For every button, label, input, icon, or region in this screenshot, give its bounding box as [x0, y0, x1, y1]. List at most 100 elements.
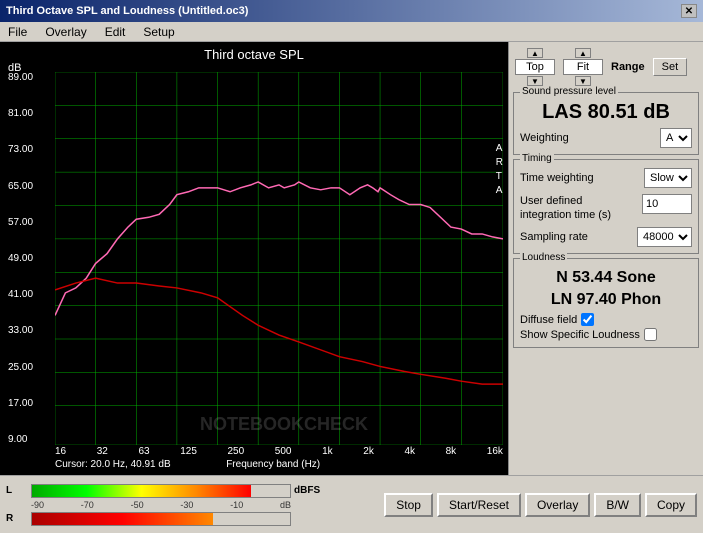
y-label-2: 73.00 — [8, 144, 33, 155]
sampling-label: Sampling rate — [520, 231, 588, 243]
y-label-4: 57.00 — [8, 217, 33, 228]
diffuse-field-checkbox[interactable] — [581, 313, 594, 326]
r-level-row: R — [6, 512, 320, 526]
menu-file[interactable]: File — [4, 24, 31, 40]
x-label-6: 1k — [322, 446, 333, 457]
timing-section: Timing Time weighting Slow User defined … — [513, 159, 699, 254]
action-buttons: Stop Start/Reset Overlay B/W Copy — [384, 493, 697, 517]
close-button[interactable]: ✕ — [681, 4, 697, 18]
cursor-text: Cursor: 20.0 Hz, 40.91 dB — [55, 459, 171, 470]
freq-band-label: Frequency band (Hz) — [226, 459, 320, 470]
arta-a2: A — [496, 184, 503, 198]
top-down-btn[interactable]: ▼ — [527, 76, 543, 86]
y-label-8: 25.00 — [8, 362, 33, 373]
chart-title: Third octave SPL — [0, 47, 508, 62]
x-label-0: 16 — [55, 446, 66, 457]
x-label-7: 2k — [363, 446, 374, 457]
l-ticks: -90 -70 -50 -30 -10 dB — [31, 500, 291, 510]
r-label: R — [6, 513, 28, 524]
top-spin: ▲ Top ▼ — [515, 48, 555, 86]
r-level-bar — [31, 512, 291, 526]
y-axis-labels: 89.00 81.00 73.00 65.00 57.00 49.00 41.0… — [8, 72, 33, 445]
time-weighting-select[interactable]: Slow — [644, 168, 692, 188]
menu-edit[interactable]: Edit — [101, 24, 130, 40]
x-label-3: 125 — [180, 446, 197, 457]
overlay-button[interactable]: Overlay — [525, 493, 590, 517]
integration-label: User defined integration time (s) — [520, 194, 620, 223]
bw-button[interactable]: B/W — [594, 493, 641, 517]
show-specific-label: Show Specific Loudness — [520, 329, 640, 341]
y-label-5: 49.00 — [8, 253, 33, 264]
start-reset-button[interactable]: Start/Reset — [437, 493, 521, 517]
show-specific-row: Show Specific Loudness — [520, 328, 692, 341]
dbfs-label: dBFS — [294, 485, 320, 496]
l-level-fill — [32, 485, 251, 497]
top-range-controls: ▲ Top ▼ ▲ Fit ▼ Range Set — [513, 46, 699, 88]
loudness-n-value: N 53.44 Sone LN 97.40 Phon — [520, 267, 692, 312]
fit-control: ▲ Fit ▼ — [563, 48, 603, 86]
y-label-9: 17.00 — [8, 398, 33, 409]
x-axis-labels: 16 32 63 125 250 500 1k 2k 4k 8k 16k — [55, 446, 503, 457]
chart-arta-labels: A R T A — [496, 142, 503, 198]
fit-down-btn[interactable]: ▼ — [575, 76, 591, 86]
fit-value: Fit — [563, 59, 603, 75]
y-label-7: 33.00 — [8, 325, 33, 336]
y-label-6: 41.00 — [8, 289, 33, 300]
main-content: Third octave SPL dB 89.00 81.00 73.00 65… — [0, 42, 703, 475]
time-weighting-row: Time weighting Slow — [520, 168, 692, 188]
r-level-fill — [32, 513, 213, 525]
set-button[interactable]: Set — [653, 58, 688, 76]
l-label: L — [6, 485, 28, 496]
range-label: Range — [611, 61, 645, 73]
y-label-0: 89.00 — [8, 72, 33, 83]
integration-input[interactable] — [642, 194, 692, 214]
l-level-row: L dBFS — [6, 484, 320, 498]
x-label-4: 250 — [228, 446, 245, 457]
x-label-9: 8k — [446, 446, 457, 457]
spl-value: LAS 80.51 dB — [520, 101, 692, 124]
x-label-5: 500 — [275, 446, 292, 457]
dbfs-section: L dBFS -90 -70 -50 -30 -10 dB R — [6, 484, 320, 526]
menu-overlay[interactable]: Overlay — [41, 24, 90, 40]
spl-section: Sound pressure level LAS 80.51 dB Weight… — [513, 92, 699, 155]
x-label-2: 63 — [138, 446, 149, 457]
weighting-row: Weighting A — [520, 128, 692, 148]
weighting-select[interactable]: A — [660, 128, 692, 148]
time-weighting-label: Time weighting — [520, 172, 594, 184]
spl-section-label: Sound pressure level — [520, 86, 618, 97]
y-label-1: 81.00 — [8, 108, 33, 119]
menu-setup[interactable]: Setup — [139, 24, 178, 40]
top-up-btn[interactable]: ▲ — [527, 48, 543, 58]
integration-row: User defined integration time (s) — [520, 194, 692, 223]
arta-t: T — [496, 170, 503, 184]
title-bar: Third Octave SPL and Loudness (Untitled.… — [0, 0, 703, 22]
cursor-info: Cursor: 20.0 Hz, 40.91 dB Frequency band… — [55, 459, 320, 470]
bottom-bar: L dBFS -90 -70 -50 -30 -10 dB R Stop Sta… — [0, 475, 703, 533]
arta-a1: A — [496, 142, 503, 156]
chart-canvas — [55, 72, 503, 445]
top-value: Top — [515, 59, 555, 75]
diffuse-field-label: Diffuse field — [520, 314, 577, 326]
timing-section-label: Timing — [520, 153, 554, 164]
chart-area: Third octave SPL dB 89.00 81.00 73.00 65… — [0, 42, 508, 475]
x-label-8: 4k — [404, 446, 415, 457]
copy-button[interactable]: Copy — [645, 493, 697, 517]
stop-button[interactable]: Stop — [384, 493, 433, 517]
loudness-section-label: Loudness — [520, 252, 567, 263]
x-label-1: 32 — [97, 446, 108, 457]
l-level-bar — [31, 484, 291, 498]
y-label-10: 9.00 — [8, 434, 33, 445]
y-label-3: 65.00 — [8, 181, 33, 192]
diffuse-row: Diffuse field — [520, 313, 692, 326]
window-title: Third Octave SPL and Loudness (Untitled.… — [6, 5, 248, 17]
right-panel: ▲ Top ▼ ▲ Fit ▼ Range Set Sound pressure… — [508, 42, 703, 475]
show-specific-checkbox[interactable] — [644, 328, 657, 341]
sampling-select[interactable]: 48000 — [637, 227, 692, 247]
sampling-row: Sampling rate 48000 — [520, 227, 692, 247]
weighting-label: Weighting — [520, 132, 569, 144]
arta-r: R — [496, 156, 503, 170]
x-label-10: 16k — [487, 446, 503, 457]
fit-up-btn[interactable]: ▲ — [575, 48, 591, 58]
chart-svg — [55, 72, 503, 445]
loudness-section: Loudness N 53.44 Sone LN 97.40 Phon Diff… — [513, 258, 699, 349]
